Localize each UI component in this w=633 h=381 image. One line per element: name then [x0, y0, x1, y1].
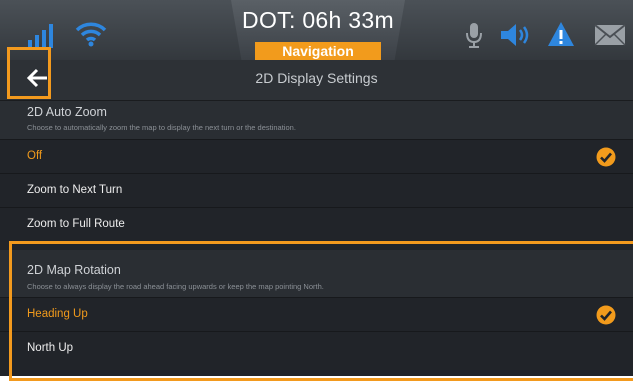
mail-envelope-icon[interactable] — [594, 24, 626, 46]
wifi-icon — [75, 22, 107, 47]
auto-zoom-title: 2D Auto Zoom — [27, 105, 107, 119]
option-zoom-full-route[interactable]: Zoom to Full Route — [0, 207, 633, 242]
option-zoom-next-turn[interactable]: Zoom to Next Turn — [0, 173, 633, 208]
map-rotation-title: 2D Map Rotation — [27, 263, 121, 277]
option-label: Zoom to Full Route — [27, 218, 125, 230]
navigation-mode-label: Navigation — [255, 42, 381, 60]
option-auto-zoom-off[interactable]: Off — [0, 139, 633, 174]
alert-triangle-icon[interactable] — [547, 21, 575, 47]
option-north-up[interactable]: North Up — [0, 331, 633, 372]
dot-timer-text: DOT: 06h 33m — [242, 7, 394, 33]
page-title: 2D Display Settings — [255, 70, 378, 86]
map-rotation-section-header: 2D Map Rotation Choose to always display… — [0, 250, 633, 297]
option-label: North Up — [27, 342, 74, 354]
display-settings-screen: DOT: 06h 33m Navigation 2D Display Setti… — [0, 0, 633, 376]
microphone-icon[interactable] — [465, 22, 483, 48]
signal-strength-icon — [28, 24, 53, 48]
map-rotation-description: Choose to always display the road ahead … — [27, 282, 324, 291]
speaker-icon[interactable] — [499, 22, 531, 48]
checkmark-circle-icon — [596, 147, 616, 167]
checkmark-circle-icon — [596, 305, 616, 325]
status-bar: DOT: 06h 33m Navigation — [0, 0, 633, 60]
option-label: Off — [27, 150, 43, 162]
option-label: Heading Up — [27, 308, 88, 320]
option-label: Zoom to Next Turn — [27, 184, 123, 196]
auto-zoom-description: Choose to automatically zoom the map to … — [27, 123, 296, 132]
option-heading-up[interactable]: Heading Up — [0, 297, 633, 332]
auto-zoom-section-header: 2D Auto Zoom Choose to automatically zoo… — [0, 101, 633, 139]
